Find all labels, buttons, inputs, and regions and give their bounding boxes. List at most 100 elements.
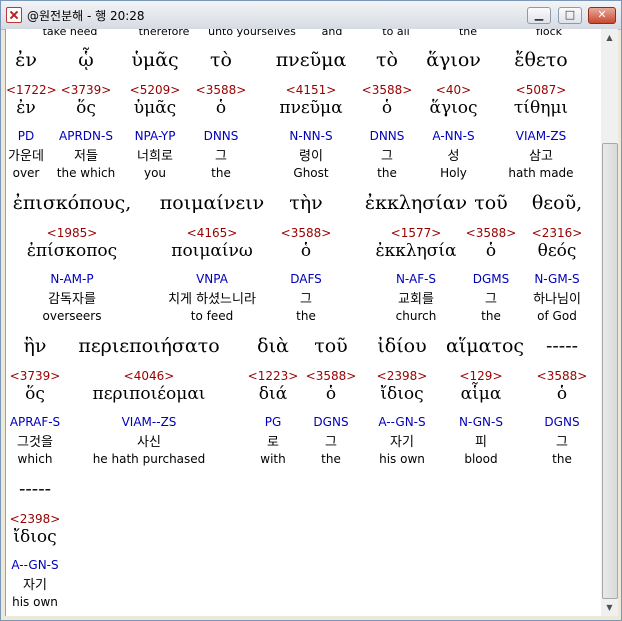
word-english: of God [537, 309, 577, 323]
word-parse: NPA-YP [134, 129, 176, 143]
word-korean: 저들 [74, 149, 98, 164]
word-strong[interactable]: <5209> [116, 83, 194, 97]
word-english: hath made [508, 166, 574, 180]
word-strong[interactable]: <129> [446, 369, 516, 383]
word-strong[interactable]: <1223> [246, 369, 300, 383]
word-parse: N-AM-P [50, 272, 94, 286]
word-english: which [17, 452, 53, 466]
word-korean: 삼고 [529, 149, 553, 164]
word-greek: τὸ [210, 49, 232, 71]
word-strong[interactable]: <2316> [521, 226, 593, 240]
word-english: over [12, 166, 40, 180]
word-strong[interactable]: <5087> [491, 83, 591, 97]
word-parse: VIAM-ZS [515, 129, 567, 143]
word-strong[interactable]: <3588> [361, 83, 413, 97]
word-parse: A--GN-S [378, 415, 426, 429]
word-lemma: ὁ [300, 241, 312, 261]
word-lemma: ἐπίσκοπος [26, 241, 118, 261]
word-korean: 그 [485, 292, 497, 307]
word-lemma: ἅγιος [429, 98, 478, 118]
word-greek: περιεποιήσατο [78, 335, 220, 357]
word-parse: DGNS [544, 415, 580, 429]
word-greek: τοῦ [474, 192, 508, 214]
word-korean: 하나님이 [533, 292, 581, 307]
word-strong[interactable]: <1722> [6, 83, 57, 97]
word-korean: 그 [325, 435, 337, 450]
word-strong[interactable]: <3588> [516, 369, 602, 383]
word-strong[interactable]: <3588> [194, 83, 248, 97]
verse-row: ἐπισκόπους, <1985> ἐπίσκοπος N-AM-P 감독자를 over… [6, 192, 602, 332]
word-strong[interactable]: <40> [416, 83, 491, 97]
word-lemma: ὁ [485, 241, 497, 261]
word-lemma: ἐν [16, 98, 36, 118]
word-lemma: πνεῦμα [279, 98, 343, 118]
word-english: the [552, 452, 572, 466]
word-strong[interactable]: <2398> [6, 512, 64, 526]
verse-row: ἐν <1722> ἐν PD 가운데 over ᾧ <3739> ὅς APRDN-S 저들 the… [6, 49, 602, 189]
word-korean: 가운데 [8, 149, 44, 164]
word-lemma: ἴδιος [13, 527, 57, 547]
verse-row: ----- <2398> ἴδιος A--GN-S 자기 his own [6, 478, 602, 616]
word-greek: πνεῦμα [275, 49, 347, 71]
word-korean: 감독자를 [48, 292, 96, 307]
word-greek: τοῦ [314, 335, 348, 357]
word-strong[interactable]: <3588> [456, 226, 526, 240]
word-english: Holy [440, 166, 467, 180]
interlinear-view[interactable]: take heed therefore unto yourselves and … [5, 29, 602, 616]
scroll-thumb[interactable] [602, 143, 618, 599]
word-parse: DNNS [369, 129, 405, 143]
word-parse: APRAF-S [9, 415, 61, 429]
word-parse: N-GN-S [459, 415, 503, 429]
word-lemma: θεός [537, 241, 577, 261]
top-partial-word: to all [382, 29, 410, 38]
word-lemma: ὁ [325, 384, 337, 404]
word-parse: A--GN-S [11, 558, 59, 572]
word-english: the which [56, 166, 116, 180]
vertical-scrollbar[interactable]: ▲ ▼ [601, 29, 618, 616]
title-bar[interactable]: @원전분해 - 행 20:28 ▁ □ ✕ [1, 1, 621, 30]
word-lemma: διά [258, 384, 288, 404]
word-strong[interactable]: <4046> [74, 369, 224, 383]
word-strong[interactable]: <3588> [261, 226, 351, 240]
word-english: his own [12, 595, 58, 609]
word-greek: ἐπισκόπους, [12, 192, 132, 214]
word-korean: 사신 [137, 435, 161, 450]
word-greek: ----- [18, 478, 52, 500]
word-parse: PD [17, 129, 35, 143]
word-strong[interactable]: <3588> [304, 369, 358, 383]
verse-row: ἣν <3739> ὅς APRAF-S 그것을 which περιεποιήσατο <4… [6, 335, 602, 475]
app-window: @원전분해 - 행 20:28 ▁ □ ✕ take heed therefor… [0, 0, 622, 621]
word-strong[interactable]: <3739> [6, 369, 64, 383]
maximize-button[interactable]: □ [558, 7, 582, 24]
word-english: the [296, 309, 316, 323]
word-english: the [481, 309, 501, 323]
word-parse: VIAM--ZS [121, 415, 177, 429]
word-parse: DGMS [472, 272, 510, 286]
word-lemma: ὅς [25, 384, 45, 404]
word-parse: DGNS [313, 415, 349, 429]
top-partial-word: flock [535, 29, 563, 38]
word-korean: 그 [215, 149, 227, 164]
word-english: he hath purchased [92, 452, 206, 466]
word-lemma: περιποιέομαι [92, 384, 206, 404]
minimize-button[interactable]: ▁ [527, 7, 551, 24]
word-strong[interactable]: <1985> [6, 226, 138, 240]
word-greek: τὴν [289, 192, 323, 214]
word-lemma: ὁ [381, 98, 393, 118]
word-korean: 피 [475, 435, 487, 450]
top-partial-row: take heed therefore unto yourselves and … [6, 29, 602, 39]
word-parse: A-NN-S [432, 129, 475, 143]
word-korean: 성 [447, 149, 460, 164]
word-greek: θεοῦ, [531, 192, 583, 214]
app-icon[interactable] [6, 7, 22, 23]
word-korean: 령이 [299, 149, 323, 164]
word-korean: 로 [267, 435, 279, 450]
word-english: the [211, 166, 231, 180]
word-strong[interactable]: <2398> [366, 369, 438, 383]
close-button[interactable]: ✕ [588, 7, 616, 24]
scroll-down-icon[interactable]: ▼ [601, 599, 618, 616]
word-greek: ἣν [23, 335, 47, 357]
scroll-up-icon[interactable]: ▲ [601, 29, 618, 46]
word-strong[interactable]: <3739> [46, 83, 126, 97]
word-strong[interactable]: <4151> [261, 83, 361, 97]
